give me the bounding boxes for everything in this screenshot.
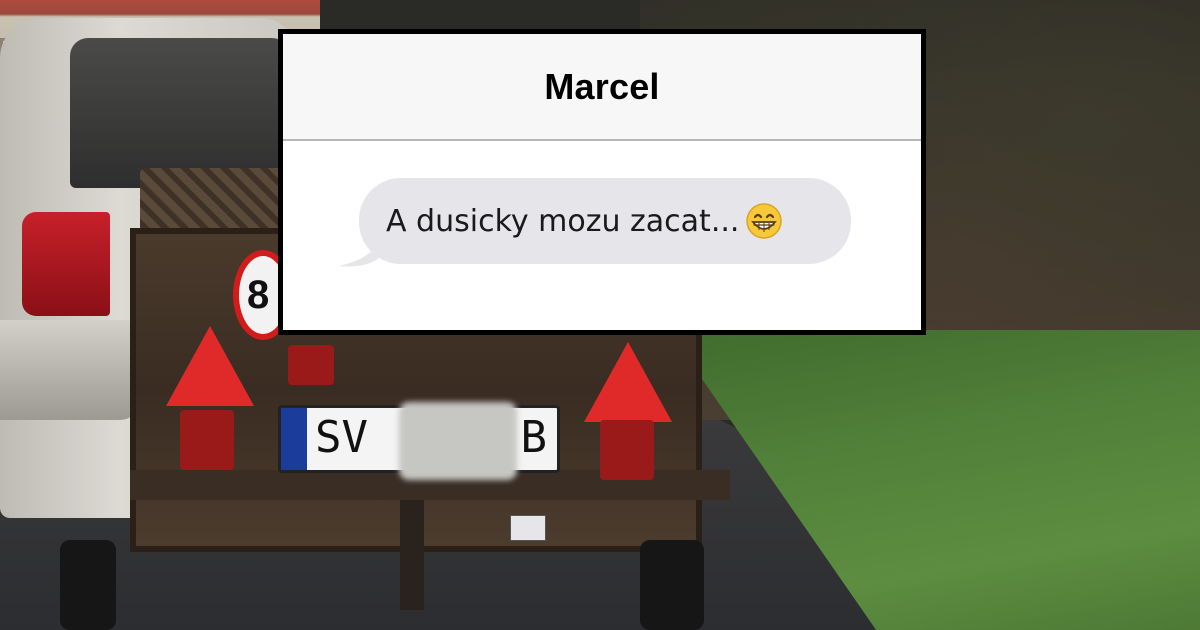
car-wheel [60, 540, 116, 630]
trailer-hitch [400, 500, 424, 610]
chat-card: Marcel A dusicky mozu zacat... [278, 29, 926, 335]
reflector-left [166, 326, 254, 406]
plate-blur-mask [399, 402, 517, 480]
plate-prefix: SV [315, 412, 368, 463]
trailer-center-lamp [288, 345, 334, 385]
car-tail-light [22, 212, 110, 316]
chat-header: Marcel [283, 34, 921, 141]
grinning-face-icon [746, 203, 783, 239]
message-text: A dusicky mozu zacat... [386, 203, 740, 239]
reflector-right [584, 342, 672, 422]
car-rear-window [70, 38, 290, 188]
eu-band [281, 408, 307, 470]
trailer-lamp-right [600, 420, 654, 480]
speed-sign-digit: 8 [247, 272, 270, 317]
meme-image: 8 SV B Marcel A dusicky mozu zacat... [0, 0, 1200, 630]
car-bumper [0, 320, 140, 420]
trailer-sticker [510, 515, 546, 541]
message-bubble-incoming[interactable]: A dusicky mozu zacat... [359, 178, 851, 264]
trailer-wheel [640, 540, 704, 630]
license-plate: SV B [278, 402, 560, 480]
contact-name[interactable]: Marcel [544, 66, 659, 108]
trailer-lamp-left [180, 410, 234, 470]
plate-suffix: B [520, 412, 548, 463]
